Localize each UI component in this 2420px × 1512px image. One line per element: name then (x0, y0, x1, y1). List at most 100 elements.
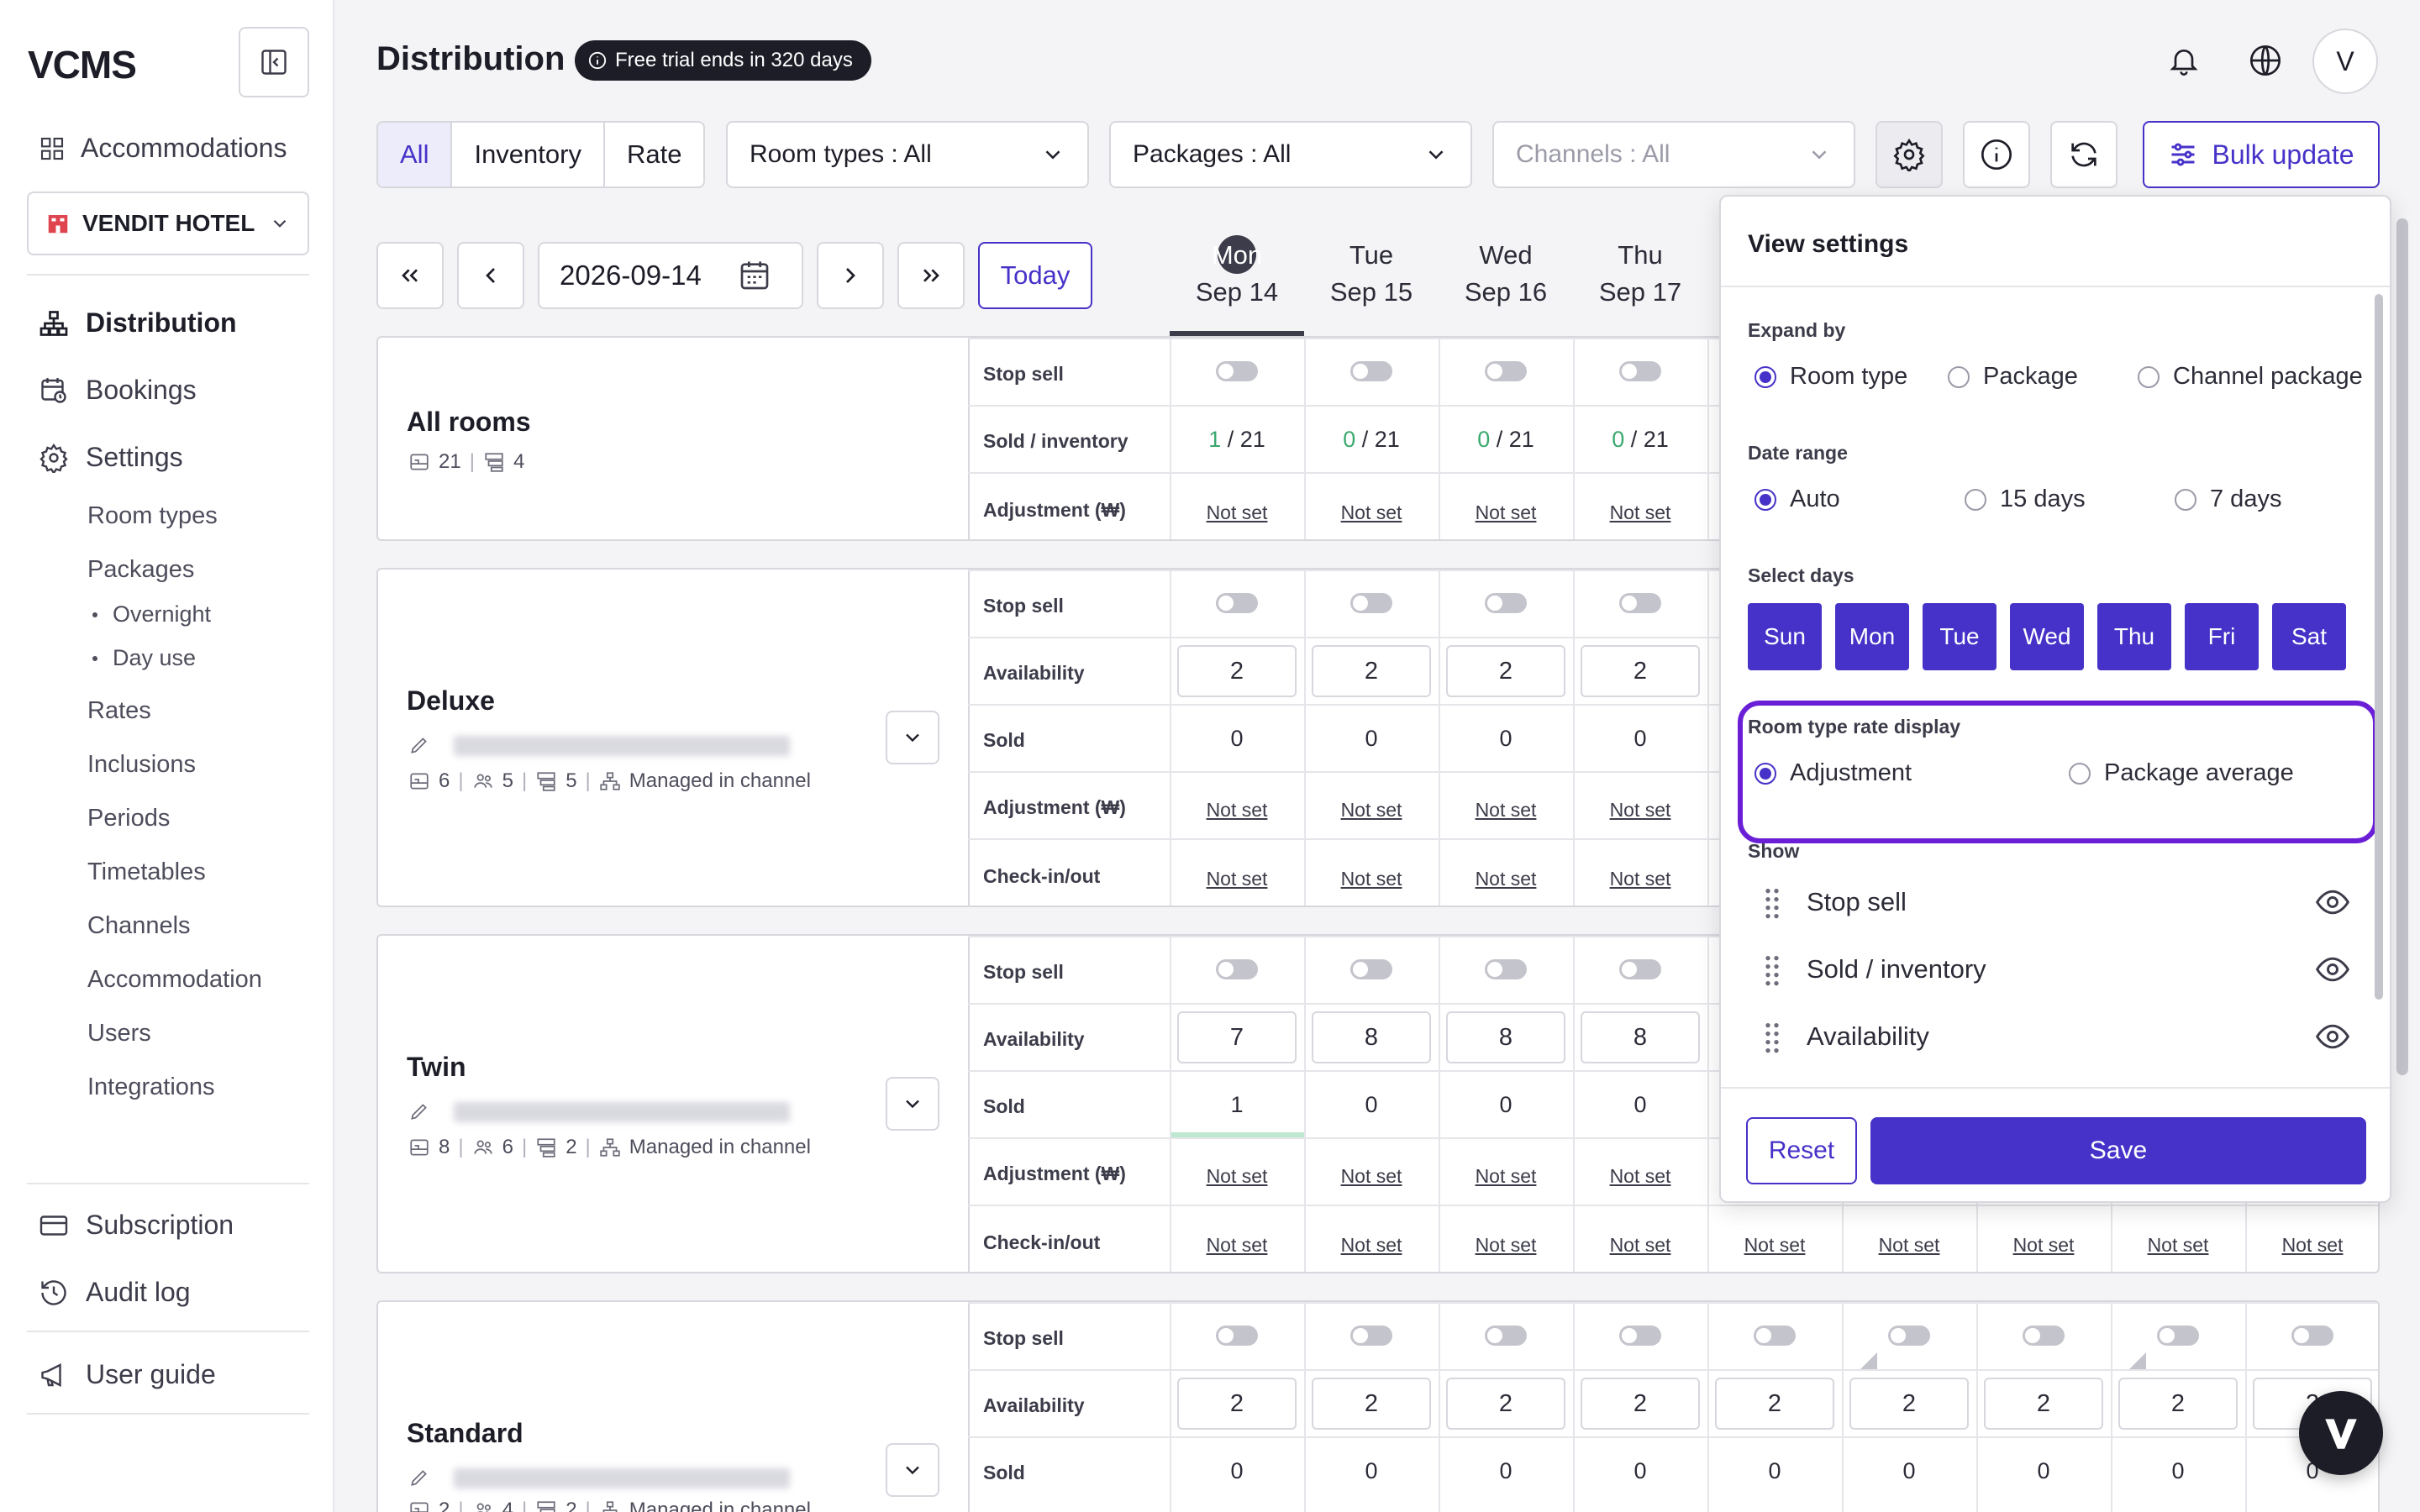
stop-sell-toggle[interactable] (1304, 593, 1439, 619)
not-set-link[interactable]: Not set (1476, 1165, 1537, 1187)
nav-accommodations[interactable]: Accommodations (39, 133, 287, 164)
day-header-wed[interactable]: Wed Sep 16 (1439, 237, 1573, 311)
availability-input[interactable]: 8 (1446, 1011, 1565, 1063)
hotel-select[interactable]: VENDIT HOTEL (27, 192, 309, 255)
not-set-link[interactable]: Not set (1476, 799, 1537, 821)
support-chat-button[interactable] (2299, 1391, 2383, 1475)
radio-range-auto[interactable]: Auto (1754, 486, 1840, 513)
stop-sell-toggle[interactable] (1573, 959, 1707, 985)
availability-input[interactable]: 2 (1715, 1378, 1834, 1430)
check-cell[interactable]: Not set (1573, 1231, 1707, 1257)
nav-distribution[interactable]: Distribution (39, 307, 237, 339)
adjustment-cell[interactable]: Not set (1170, 1163, 1304, 1189)
not-set-link[interactable]: Not set (1610, 1165, 1671, 1187)
nav-integrations[interactable]: Integrations (87, 1074, 215, 1101)
stop-sell-toggle[interactable] (1573, 1326, 1707, 1352)
check-cell[interactable]: Not set (1707, 1231, 1842, 1257)
availability-input[interactable]: 2 (1446, 1378, 1565, 1430)
stop-sell-toggle[interactable] (1170, 593, 1304, 619)
nav-packages[interactable]: Packages (87, 556, 194, 584)
availability-input[interactable]: 2 (2118, 1378, 2238, 1430)
refresh-button[interactable] (2050, 121, 2118, 188)
availability-input[interactable]: 2 (1312, 1378, 1431, 1430)
not-set-link[interactable]: Not set (1610, 501, 1671, 523)
radio-button[interactable] (2175, 488, 2196, 511)
drag-handle-icon[interactable] (1763, 953, 1781, 986)
toggle-switch[interactable] (1485, 361, 1527, 381)
segment-inventory[interactable]: Inventory (452, 123, 605, 186)
day-header-thu[interactable]: Thu Sep 17 (1573, 237, 1707, 311)
not-set-link[interactable]: Not set (1341, 868, 1402, 890)
show-item-availability[interactable]: Availability (1763, 1020, 2351, 1053)
stop-sell-toggle[interactable] (1976, 1326, 2111, 1352)
adjustment-cell[interactable]: Not set (1439, 796, 1573, 822)
availability-input[interactable]: 2 (1984, 1378, 2103, 1430)
not-set-link[interactable]: Not set (1610, 868, 1671, 890)
stop-sell-toggle[interactable] (1170, 361, 1304, 387)
radio-button[interactable] (1948, 365, 1970, 388)
radio-expand-room-type[interactable]: Room type (1754, 363, 1907, 391)
show-item-stop-sell[interactable]: Stop sell (1763, 885, 2351, 919)
channels-dropdown[interactable]: Channels : All (1492, 121, 1855, 188)
toggle-switch[interactable] (1216, 1326, 1258, 1346)
save-button[interactable]: Save (1870, 1117, 2366, 1184)
check-cell[interactable]: Not set (1573, 865, 1707, 891)
today-button[interactable]: Today (978, 242, 1092, 309)
next-fast-button[interactable] (897, 242, 965, 309)
day-chip-wed[interactable]: Wed (2010, 603, 2084, 670)
pencil-icon[interactable] (408, 1467, 430, 1488)
stop-sell-toggle[interactable] (1304, 361, 1439, 387)
nav-rates[interactable]: Rates (87, 697, 151, 725)
availability-input[interactable]: 2 (1312, 645, 1431, 697)
next-button[interactable] (817, 242, 884, 309)
toggle-switch[interactable] (1216, 593, 1258, 613)
availability-input[interactable]: 2 (1849, 1378, 1969, 1430)
availability-input[interactable]: 7 (1177, 1011, 1297, 1063)
eye-icon[interactable] (2314, 951, 2351, 988)
check-cell[interactable]: Not set (1170, 865, 1304, 891)
day-header-mon[interactable]: Mon Sep 14 (1170, 235, 1304, 311)
adjustment-cell[interactable]: Not set (1304, 1163, 1439, 1189)
day-chip-tue[interactable]: Tue (1923, 603, 1996, 670)
check-cell[interactable]: Not set (2111, 1231, 2245, 1257)
radio-button[interactable] (1965, 488, 1986, 511)
nav-users[interactable]: Users (87, 1020, 151, 1047)
page-scrollbar[interactable] (2396, 218, 2408, 1075)
sidebar-collapse-button[interactable] (239, 27, 309, 97)
toggle-switch[interactable] (1888, 1326, 1930, 1346)
nav-accommodation[interactable]: Accommodation (87, 966, 262, 994)
check-cell[interactable]: Not set (1304, 1231, 1439, 1257)
drag-handle-icon[interactable] (1763, 885, 1781, 919)
info-button[interactable] (1963, 121, 2030, 188)
toggle-switch[interactable] (1350, 959, 1392, 979)
adjustment-cell[interactable]: Not set (1439, 499, 1573, 525)
stop-sell-toggle[interactable] (1573, 361, 1707, 387)
pencil-icon[interactable] (408, 1100, 430, 1122)
not-set-link[interactable]: Not set (2282, 1234, 2344, 1256)
stop-sell-toggle[interactable] (2111, 1326, 2245, 1352)
segment-rate[interactable]: Rate (605, 123, 703, 186)
toggle-switch[interactable] (1350, 361, 1392, 381)
radio-button[interactable] (1754, 365, 1776, 388)
nav-overnight[interactable]: Overnight (92, 601, 211, 627)
eye-icon[interactable] (2314, 1018, 2351, 1055)
not-set-link[interactable]: Not set (1476, 868, 1537, 890)
prev-fast-button[interactable] (376, 242, 444, 309)
stop-sell-toggle[interactable] (1304, 1326, 1439, 1352)
adjustment-cell[interactable]: Not set (1304, 796, 1439, 822)
nav-audit-log[interactable]: Audit log (39, 1277, 191, 1308)
check-cell[interactable]: Not set (1170, 1231, 1304, 1257)
stop-sell-toggle[interactable] (1439, 959, 1573, 985)
availability-input[interactable]: 2 (1581, 645, 1700, 697)
not-set-link[interactable]: Not set (2013, 1234, 2075, 1256)
reset-button[interactable]: Reset (1746, 1117, 1857, 1184)
nav-periods[interactable]: Periods (87, 805, 170, 832)
bulk-update-button[interactable]: Bulk update (2143, 121, 2380, 188)
nav-bookings[interactable]: Bookings (39, 375, 197, 406)
day-header-tue[interactable]: Tue Sep 15 (1304, 237, 1439, 311)
adjustment-cell[interactable]: Not set (1439, 1163, 1573, 1189)
not-set-link[interactable]: Not set (1341, 501, 1402, 523)
toggle-switch[interactable] (1619, 1326, 1661, 1346)
adjustment-cell[interactable]: Not set (1573, 796, 1707, 822)
toggle-switch[interactable] (1350, 1326, 1392, 1346)
